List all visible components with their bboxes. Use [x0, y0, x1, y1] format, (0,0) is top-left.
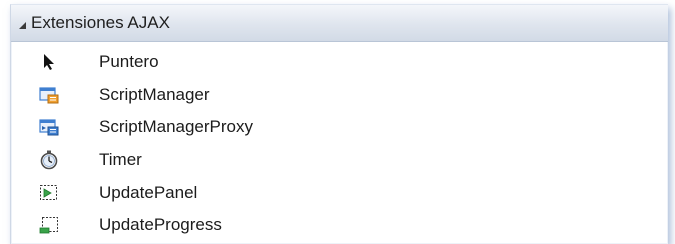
scriptmanagerproxy-icon — [39, 117, 59, 137]
toolbox-panel: Extensiones AJAX Puntero ScriptManager S… — [10, 4, 668, 244]
toolbox-item-label: Timer — [99, 150, 142, 170]
scriptmanager-icon — [39, 85, 59, 105]
toolbox-item-timer[interactable]: Timer — [11, 144, 668, 177]
timer-icon — [39, 150, 59, 170]
toolbox-item-label: UpdatePanel — [99, 182, 198, 202]
toolbox-item-scriptmanager[interactable]: ScriptManager — [11, 79, 668, 112]
group-title: Extensiones AJAX — [31, 13, 170, 32]
toolbox-item-pointer[interactable]: Puntero — [11, 46, 668, 79]
updatepanel-icon — [39, 183, 59, 203]
toolbox-group-header[interactable]: Extensiones AJAX — [11, 5, 668, 42]
toolbox-item-label: ScriptManager — [99, 84, 210, 104]
toolbox-item-label: ScriptManagerProxy — [99, 117, 254, 137]
collapse-triangle-icon[interactable] — [19, 21, 26, 29]
toolbox-item-label: Puntero — [99, 52, 159, 72]
pointer-icon — [39, 52, 59, 72]
toolbox-item-updatepanel[interactable]: UpdatePanel — [11, 176, 668, 209]
updateprogress-icon — [39, 215, 59, 235]
toolbox-item-updateprogress[interactable]: UpdateProgress — [11, 209, 668, 242]
toolbox-item-label: UpdateProgress — [99, 215, 222, 235]
toolbox-item-scriptmanagerproxy[interactable]: ScriptManagerProxy — [11, 111, 668, 144]
